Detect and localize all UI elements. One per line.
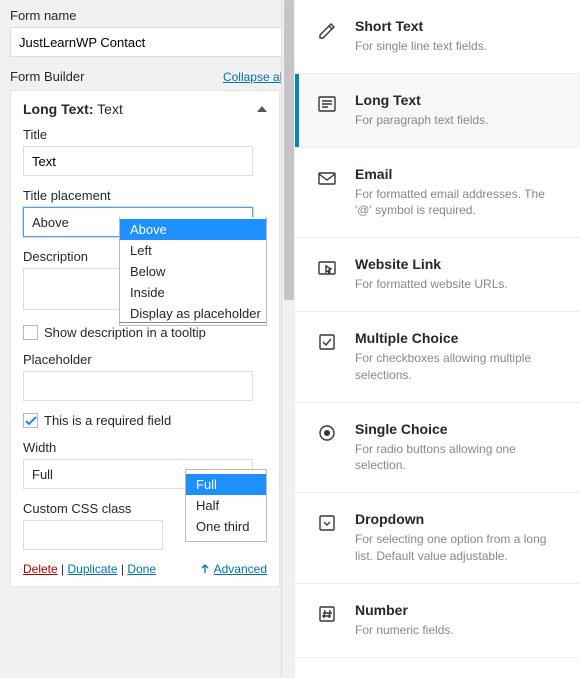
field-type-number[interactable]: Number For numeric fields. — [295, 584, 580, 658]
placement-option-inside[interactable]: Inside — [120, 282, 266, 303]
done-link[interactable]: Done — [127, 562, 156, 576]
paragraph-icon — [317, 94, 337, 114]
field-type-desc: For paragraph text fields. — [355, 112, 562, 129]
width-option-full[interactable]: Full — [186, 474, 266, 495]
field-type-multiple-choice[interactable]: Multiple Choice For checkboxes allowing … — [295, 312, 580, 403]
field-type-short-text[interactable]: Short Text For single line text fields. — [295, 0, 580, 74]
css-input[interactable] — [23, 520, 163, 550]
width-option-third[interactable]: One third — [186, 516, 266, 537]
field-type-title: Short Text — [355, 18, 562, 34]
width-option-half[interactable]: Half — [186, 495, 266, 516]
field-type-title: Website Link — [355, 256, 562, 272]
field-type-website-link[interactable]: Website Link For formatted website URLs. — [295, 238, 580, 312]
placement-option-above[interactable]: Above — [120, 219, 266, 240]
collapse-caret-icon[interactable] — [257, 106, 267, 112]
field-type-long-text[interactable]: Long Text For paragraph text fields. — [295, 74, 580, 148]
placement-dropdown: Above Left Below Inside Display as place… — [119, 217, 267, 326]
hash-icon — [317, 604, 337, 624]
required-checkbox-label: This is a required field — [44, 413, 171, 428]
field-type-desc: For formatted email addresses. The '@' s… — [355, 186, 562, 220]
width-dropdown: Full Half One third — [185, 469, 267, 542]
tooltip-checkbox[interactable] — [23, 325, 38, 340]
field-type-title: Email — [355, 166, 562, 182]
vertical-scrollbar[interactable] — [281, 0, 295, 678]
title-input[interactable] — [23, 146, 253, 176]
field-type-panel: Short Text For single line text fields. … — [295, 0, 580, 678]
field-type-desc: For single line text fields. — [355, 38, 562, 55]
footer-actions: Delete | Duplicate | Done — [23, 562, 156, 576]
advanced-link[interactable]: Advanced — [200, 562, 267, 576]
form-builder-label: Form Builder — [10, 69, 84, 84]
tooltip-checkbox-label: Show description in a tooltip — [44, 325, 206, 340]
field-type-dropdown[interactable]: Dropdown For selecting one option from a… — [295, 493, 580, 584]
placeholder-label: Placeholder — [23, 352, 267, 367]
field-type-desc: For numeric fields. — [355, 622, 562, 639]
required-checkbox[interactable] — [23, 413, 38, 428]
field-editor-card: Long Text: Text Title Title placement Ab… — [10, 90, 280, 587]
field-type-single-choice[interactable]: Single Choice For radio buttons allowing… — [295, 403, 580, 494]
field-type-desc: For selecting one option from a long lis… — [355, 531, 562, 565]
placement-label: Title placement — [23, 188, 267, 203]
form-name-label: Form name — [10, 8, 285, 23]
field-type-title: Dropdown — [355, 511, 562, 527]
cursor-icon — [317, 258, 337, 278]
width-label: Width — [23, 440, 267, 455]
card-header[interactable]: Long Text: Text — [23, 101, 267, 117]
collapse-all-link[interactable]: Collapse all — [223, 70, 285, 84]
duplicate-link[interactable]: Duplicate — [67, 562, 117, 576]
mail-icon — [317, 168, 337, 188]
field-type-title: Multiple Choice — [355, 330, 562, 346]
placement-option-below[interactable]: Below — [120, 261, 266, 282]
pen-icon — [317, 20, 337, 40]
field-type-title: Number — [355, 602, 562, 618]
field-type-desc: For formatted website URLs. — [355, 276, 562, 293]
form-name-input[interactable] — [10, 27, 285, 57]
placement-option-left[interactable]: Left — [120, 240, 266, 261]
placement-option-placeholder[interactable]: Display as placeholder — [120, 303, 266, 323]
title-label: Title — [23, 127, 267, 142]
delete-link[interactable]: Delete — [23, 562, 58, 576]
left-panel: Form name Form Builder Collapse all Long… — [0, 0, 295, 678]
field-type-title: Long Text — [355, 92, 562, 108]
field-type-desc: For checkboxes allowing multiple selecti… — [355, 350, 562, 384]
scrollbar-thumb[interactable] — [284, 0, 294, 300]
placeholder-input[interactable] — [23, 371, 253, 401]
checkbox-icon — [317, 332, 337, 352]
field-type-email[interactable]: Email For formatted email addresses. The… — [295, 148, 580, 239]
field-type-desc: For radio buttons allowing one selection… — [355, 441, 562, 475]
field-type-title: Single Choice — [355, 421, 562, 437]
radio-icon — [317, 423, 337, 443]
arrow-up-icon — [200, 564, 210, 574]
dropdown-icon — [317, 513, 337, 533]
card-title: Long Text: Text — [23, 101, 123, 117]
